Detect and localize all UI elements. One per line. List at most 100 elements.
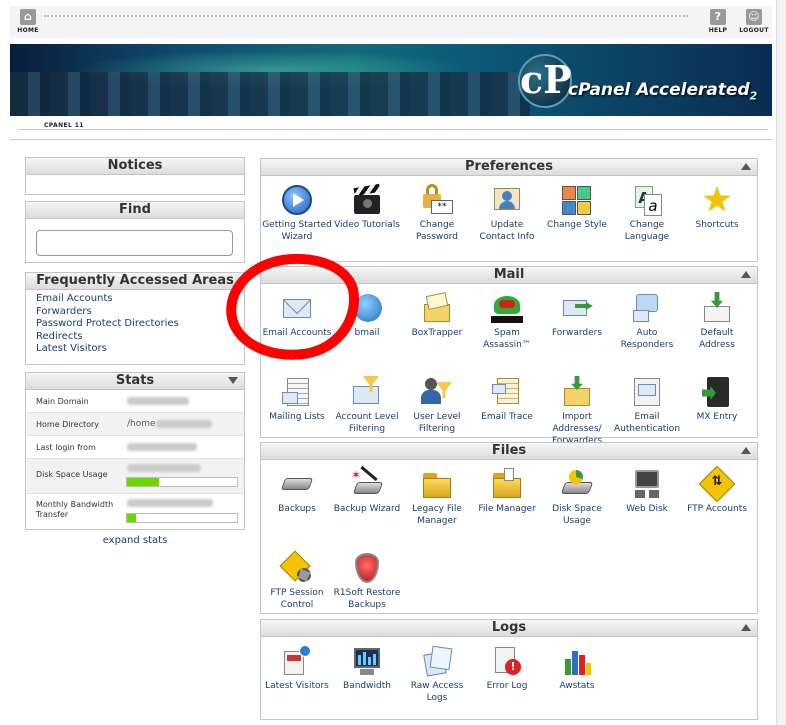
change-style[interactable]: Change Style	[542, 184, 612, 231]
boxtrapper-icon	[421, 292, 453, 324]
faa-link-forwarders[interactable]: Forwarders	[36, 306, 244, 319]
mail-title: Mail	[493, 267, 525, 282]
bandwidth-chart-icon	[351, 645, 383, 677]
mx-server-icon	[701, 376, 733, 408]
faa-header: Frequently Accessed Areas	[26, 273, 244, 290]
bandwidth-fill	[127, 514, 136, 522]
collapse-arrow-icon[interactable]	[741, 271, 751, 278]
boxtrapper[interactable]: BoxTrapper	[402, 292, 472, 339]
disk-usage-fill	[127, 478, 159, 486]
latest-visitors[interactable]: Latest Visitors	[262, 645, 332, 692]
change-password[interactable]: ** Change Password	[402, 184, 472, 243]
file-manager[interactable]: File Manager	[472, 468, 542, 515]
collapse-arrow-icon[interactable]	[741, 447, 751, 454]
stats-row-last-login: Last login from	[26, 436, 244, 459]
ftp-icon: ⇅	[698, 465, 736, 503]
stats-label: Home Directory	[36, 420, 100, 429]
find-input[interactable]	[36, 230, 233, 256]
error-log-icon: !	[491, 645, 523, 677]
faa-link-email-accounts[interactable]: Email Accounts	[36, 293, 244, 306]
bandwidth[interactable]: Bandwidth	[332, 645, 402, 692]
mailing-lists[interactable]: Mailing Lists	[262, 376, 332, 423]
ftp-accounts[interactable]: ⇅ FTP Accounts	[682, 465, 752, 515]
expand-stats-link[interactable]: expand stats	[25, 535, 245, 546]
logout-label: LOGOUT	[739, 27, 769, 34]
padlock-icon: **	[421, 184, 453, 216]
default-address-icon	[701, 292, 733, 324]
logout-button[interactable]: ☺ LOGOUT	[736, 9, 772, 34]
redacted-value	[127, 498, 213, 507]
forwarders[interactable]: Forwarders	[542, 292, 612, 339]
redacted-value	[155, 419, 212, 428]
r1soft-restore-backups[interactable]: R1Soft Restore Backups	[332, 552, 402, 611]
ftp-session-icon	[279, 550, 313, 584]
home-button[interactable]: ⌂ HOME	[10, 9, 46, 34]
dotted-divider	[44, 15, 688, 17]
disk-usage-icon	[560, 468, 594, 500]
raw-access-logs[interactable]: Raw Access Logs	[402, 645, 472, 704]
find-header: Find	[26, 202, 244, 219]
mx-entry[interactable]: MX Entry	[682, 376, 752, 423]
webmail[interactable]: bmail	[332, 292, 402, 339]
faa-link-latest-visitors[interactable]: Latest Visitors	[36, 343, 244, 356]
top-navigation: ⌂ HOME ? HELP ☺ LOGOUT	[10, 6, 772, 38]
help-button[interactable]: ? HELP	[700, 9, 736, 34]
auto-responder-icon	[631, 292, 663, 324]
files-title: Files	[491, 443, 527, 458]
home-icon: ⌂	[20, 9, 36, 25]
faa-link-redirects[interactable]: Redirects	[36, 331, 244, 344]
user-level-filtering[interactable]: User Level Filtering	[402, 376, 472, 435]
logo-text: cPanel Accelerated	[568, 80, 750, 100]
stats-label: Last login from	[36, 443, 96, 452]
update-contact-info[interactable]: Update Contact Info	[472, 184, 542, 243]
logo-subscript: 2	[749, 89, 758, 103]
backup-drive-icon	[280, 468, 314, 500]
backups[interactable]: Backups	[262, 468, 332, 515]
default-address[interactable]: Default Address	[682, 292, 752, 351]
import-icon	[561, 376, 593, 408]
spam-assassin[interactable]: Spam Assassin™	[472, 292, 542, 351]
faa-link-password-protect[interactable]: Password Protect Directories	[36, 318, 244, 331]
collapse-arrow-icon[interactable]	[741, 163, 751, 170]
email-trace[interactable]: Email Trace	[472, 376, 542, 423]
web-disk-icon	[631, 468, 663, 500]
preferences-title: Preferences	[465, 159, 553, 174]
awstats[interactable]: Awstats	[542, 645, 612, 692]
backup-wizard-icon: ✶	[351, 465, 384, 500]
web-disk[interactable]: Web Disk	[612, 468, 682, 515]
getting-started-wizard[interactable]: Getting Started Wizard	[262, 184, 332, 243]
disk-space-usage[interactable]: Disk Space Usage	[542, 468, 612, 527]
globe-icon	[351, 292, 383, 324]
redacted-value	[127, 396, 189, 405]
collapse-arrow-icon[interactable]	[228, 377, 238, 384]
network-cables-image	[10, 72, 530, 116]
redacted-value	[127, 442, 197, 451]
auto-responders[interactable]: Auto Responders	[612, 292, 682, 351]
video-tutorials[interactable]: Video Tutorials	[332, 183, 402, 231]
spamassassin-icon	[491, 292, 523, 324]
change-language[interactable]: AaChange Language	[612, 184, 682, 243]
version-bar: CPANEL 11	[10, 118, 772, 140]
email-accounts[interactable]: Email Accounts	[262, 285, 332, 339]
collapse-arrow-icon[interactable]	[741, 624, 751, 631]
cpanel-emblem: cP	[518, 54, 572, 108]
stats-label: Disk Space Usage	[36, 470, 108, 479]
raw-logs-icon	[421, 645, 453, 677]
logs-panel: Logs Latest Visitors Bandwidth Raw Acces…	[260, 619, 758, 720]
disk-usage-progress	[126, 477, 238, 487]
email-authentication[interactable]: Email Authentication	[612, 376, 682, 435]
star-icon: ★	[701, 180, 733, 220]
ftp-session-control[interactable]: FTP Session Control	[262, 550, 332, 611]
shortcuts[interactable]: ★ Shortcuts	[682, 180, 752, 231]
window-right-edge	[776, 0, 786, 725]
email-trace-icon	[491, 376, 523, 408]
import-addresses-forwarders[interactable]: Import Addresses/ Forwarders	[542, 376, 612, 447]
user-filter-icon	[421, 376, 453, 408]
home-label: HOME	[17, 27, 39, 34]
legacy-file-manager[interactable]: Legacy File Manager	[402, 468, 472, 527]
account-level-filtering[interactable]: Account Level Filtering	[332, 376, 402, 435]
logout-icon: ☺	[746, 9, 762, 25]
home-dir-value: /home	[127, 419, 156, 429]
backup-wizard[interactable]: ✶ Backup Wizard	[332, 465, 402, 515]
error-log[interactable]: ! Error Log	[472, 645, 542, 692]
